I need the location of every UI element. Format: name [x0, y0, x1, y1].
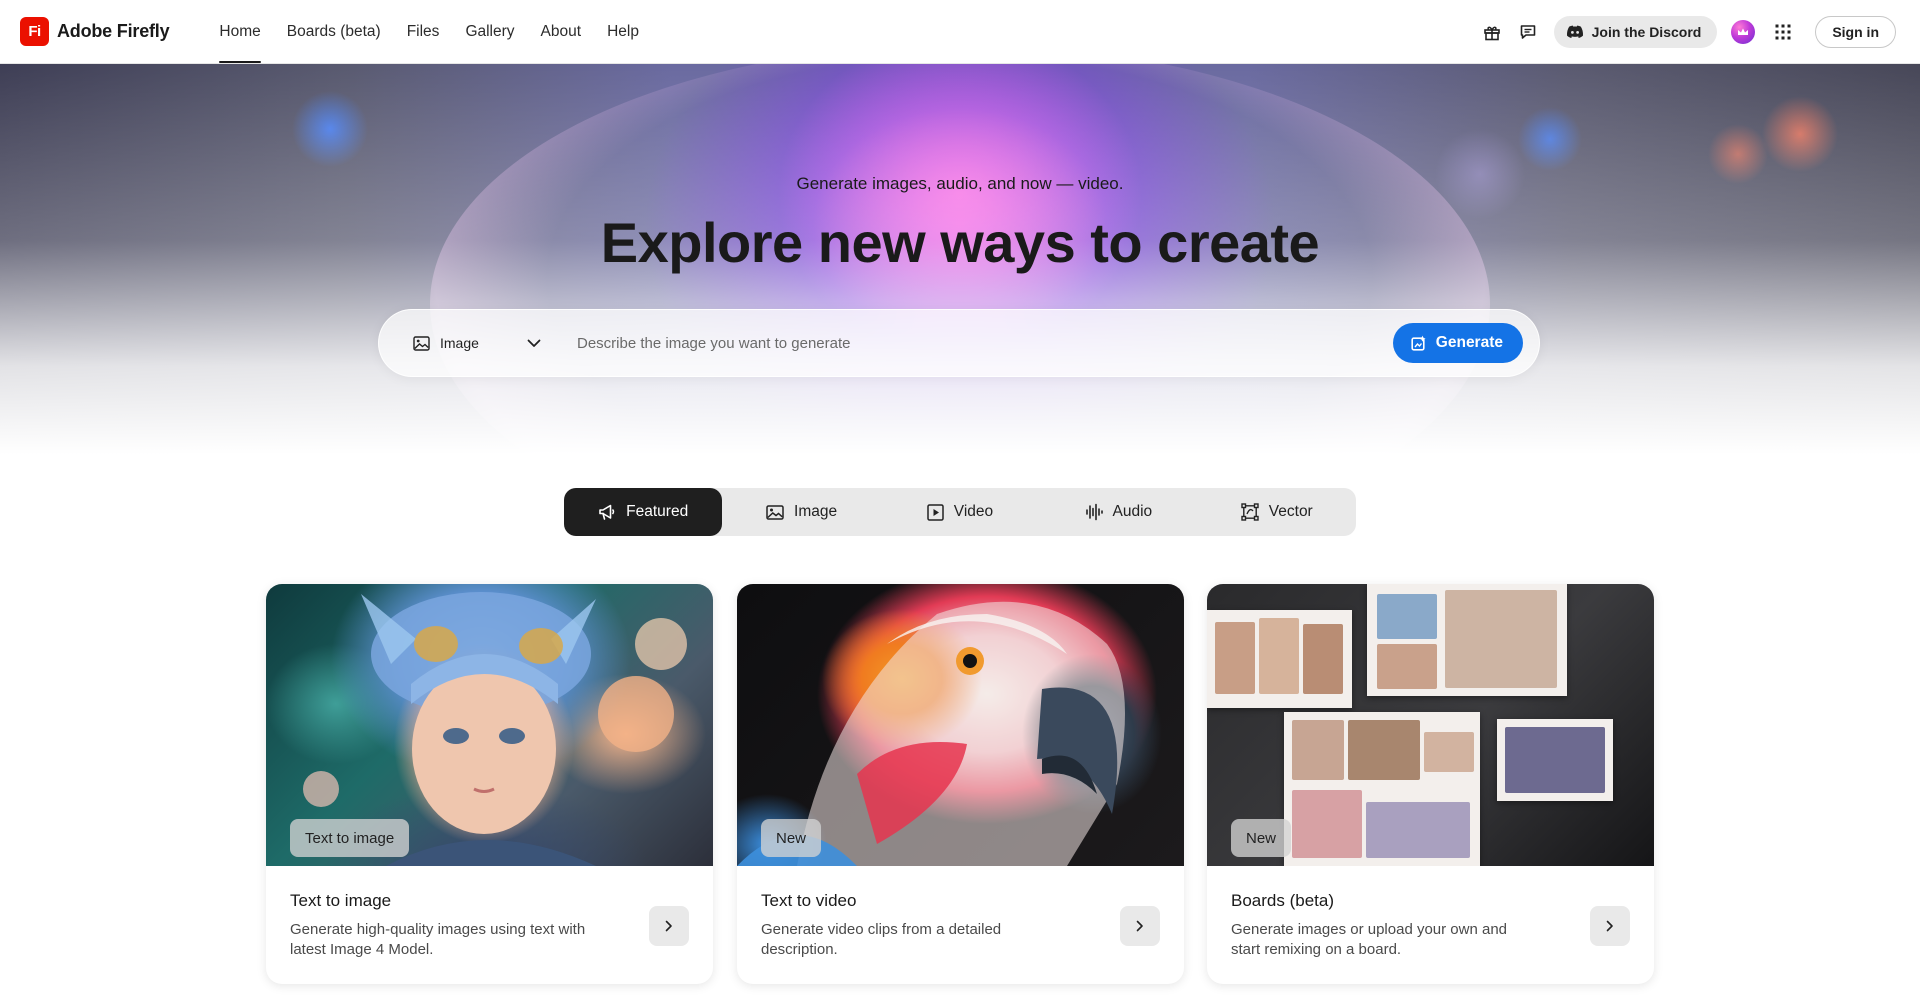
- chevron-right-icon: [1606, 920, 1613, 932]
- top-navigation-bar: Fi Adobe Firefly Home Boards (beta) File…: [0, 0, 1920, 64]
- image-icon: [766, 504, 784, 520]
- gift-icon[interactable]: [1474, 14, 1510, 50]
- chevron-down-icon: [527, 339, 541, 347]
- generate-icon: [1411, 335, 1426, 351]
- app-switcher-icon[interactable]: [1765, 14, 1801, 50]
- tab-audio-label: Audio: [1112, 503, 1153, 520]
- brand[interactable]: Fi Adobe Firefly: [20, 17, 170, 46]
- tab-video-label: Video: [953, 503, 994, 520]
- main-nav: Home Boards (beta) Files Gallery About H…: [219, 0, 665, 64]
- premium-crown-avatar[interactable]: [1731, 20, 1756, 44]
- tab-audio[interactable]: Audio: [1039, 488, 1197, 536]
- card-badge: New: [761, 819, 822, 857]
- nav-item-gallery[interactable]: Gallery: [465, 0, 514, 64]
- video-icon: [927, 503, 944, 521]
- card-open-button[interactable]: [1120, 906, 1160, 946]
- hero-title: Explore new ways to create: [600, 211, 1320, 274]
- card-description: Generate high-quality images using text …: [290, 921, 586, 958]
- card-image-parrot: New: [737, 584, 1184, 866]
- hero-content: Generate images, audio, and now — video.…: [0, 64, 1920, 484]
- join-discord-button[interactable]: Join the Discord: [1553, 16, 1718, 48]
- card-title: Boards (beta): [1231, 891, 1334, 910]
- prompt-input[interactable]: [577, 323, 1393, 363]
- image-icon: [413, 335, 430, 351]
- chevron-right-icon: [1136, 920, 1143, 932]
- card-open-button[interactable]: [1590, 906, 1630, 946]
- megaphone-icon: [599, 504, 615, 520]
- vector-icon: [1241, 503, 1259, 521]
- tab-featured-label: Featured: [626, 503, 689, 520]
- generation-type-dropdown[interactable]: Image: [413, 335, 541, 351]
- card-image-moodboard: New: [1207, 584, 1654, 866]
- crown-icon: [1738, 28, 1749, 35]
- nav-item-help[interactable]: Help: [607, 0, 639, 64]
- card-boards[interactable]: New Boards (beta) Generate images or upl…: [1207, 584, 1654, 984]
- category-tabs: Featured Image Video Audio Vector: [564, 488, 1356, 536]
- tab-vector-label: Vector: [1268, 503, 1313, 520]
- generate-label: Generate: [1435, 334, 1503, 351]
- adobe-firefly-logo: Fi: [20, 17, 49, 46]
- card-badge: Text to image: [290, 819, 410, 857]
- prompt-bar: Image Generate: [378, 309, 1540, 377]
- discord-icon: [1566, 25, 1583, 38]
- nav-item-about[interactable]: About: [541, 0, 582, 64]
- nav-item-boards[interactable]: Boards (beta): [287, 0, 381, 64]
- hero-banner: Generate images, audio, and now — video.…: [0, 64, 1920, 484]
- hero-subtitle: Generate images, audio, and now — video.: [796, 174, 1124, 193]
- generation-type-label: Image: [440, 335, 479, 351]
- card-description: Generate images or upload your own and s…: [1231, 921, 1508, 958]
- join-discord-label: Join the Discord: [1591, 24, 1702, 40]
- tab-video[interactable]: Video: [881, 488, 1039, 536]
- nav-item-home[interactable]: Home: [219, 0, 262, 64]
- card-text-to-video[interactable]: New Text to video Generate video clips f…: [737, 584, 1184, 984]
- card-title: Text to image: [290, 891, 392, 910]
- card-title: Text to video: [761, 891, 857, 910]
- card-badge: New: [1231, 819, 1292, 857]
- card-open-button[interactable]: [649, 906, 689, 946]
- tab-image[interactable]: Image: [722, 488, 880, 536]
- chat-icon[interactable]: [1510, 14, 1546, 50]
- generate-button[interactable]: Generate: [1392, 323, 1523, 363]
- card-description: Generate video clips from a detailed des…: [761, 921, 1002, 958]
- topbar-actions: Join the Discord Sign in: [1474, 0, 1896, 64]
- nav-item-files[interactable]: Files: [407, 0, 440, 64]
- sign-in-button[interactable]: Sign in: [1815, 16, 1896, 48]
- audio-icon: [1085, 503, 1103, 521]
- chevron-right-icon: [665, 920, 672, 932]
- card-image-anime-boy: Text to image: [266, 584, 713, 866]
- tab-image-label: Image: [794, 503, 838, 520]
- brand-name: Adobe Firefly: [57, 21, 170, 41]
- tab-vector[interactable]: Vector: [1198, 488, 1356, 536]
- tab-featured[interactable]: Featured: [564, 488, 723, 536]
- card-text-to-image[interactable]: Text to image Text to image Generate hig…: [266, 584, 713, 984]
